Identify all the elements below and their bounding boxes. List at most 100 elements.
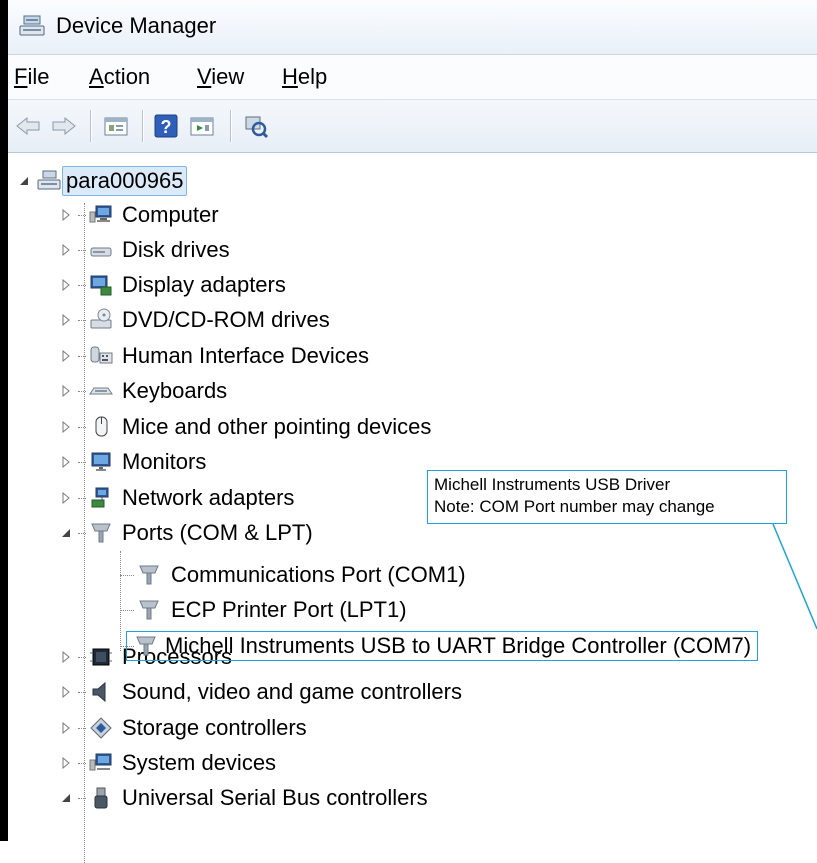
- dvd-drive-icon: [90, 308, 112, 329]
- toolbar-separator: [230, 110, 231, 142]
- highlighted-device: Michell Instruments USB to UART Bridge C…: [126, 631, 759, 661]
- port-com7-label: Michell Instruments USB to UART Bridge C…: [165, 633, 752, 658]
- collapsed-arrow-icon[interactable]: [60, 209, 72, 221]
- tree-category-display-adapter[interactable]: Display adapters: [60, 269, 289, 301]
- tree-category-storage[interactable]: Storage controllers: [60, 712, 310, 744]
- port-icon: [139, 565, 159, 585]
- tree-category-disk-drive[interactable]: Disk drives: [60, 234, 233, 266]
- tree-category-label: Keyboards: [122, 378, 228, 403]
- update-driver-icon[interactable]: [188, 112, 216, 140]
- port-com1[interactable]: Communications Port (COM1): [136, 559, 469, 591]
- tree-category-label: Mice and other pointing devices: [122, 414, 432, 439]
- expanded-arrow-icon[interactable]: [60, 792, 72, 804]
- tree-category-computer[interactable]: Computer: [60, 199, 222, 231]
- menu-bar: File Action View Help: [8, 55, 817, 100]
- title-bar[interactable]: Device Manager: [8, 0, 817, 55]
- tree-connector: [78, 797, 86, 799]
- tree-connector: [78, 762, 86, 764]
- collapsed-arrow-icon[interactable]: [60, 722, 72, 734]
- tree-category-label: Computer: [122, 202, 219, 227]
- tree-category-label: DVD/CD-ROM drives: [122, 307, 330, 332]
- menu-action[interactable]: Action: [89, 64, 150, 90]
- tree-category-usb[interactable]: Universal Serial Bus controllers: [60, 782, 431, 814]
- port-lpt1-label: ECP Printer Port (LPT1): [171, 597, 407, 622]
- svg-text:?: ?: [161, 117, 172, 137]
- scan-hardware-icon[interactable]: [242, 112, 270, 140]
- tree-connector: [78, 214, 86, 216]
- processor-icon: [90, 648, 112, 666]
- back-arrow-icon[interactable]: [14, 112, 42, 140]
- sound-icon: [92, 681, 106, 703]
- callout-line1: Michell Instruments USB Driver: [434, 475, 671, 494]
- mouse-icon: [95, 416, 108, 437]
- tree-connector: [78, 426, 86, 428]
- monitor-icon: [91, 452, 111, 471]
- annotation-callout: Michell Instruments USB Driver Note: COM…: [427, 470, 787, 524]
- collapsed-arrow-icon[interactable]: [60, 421, 72, 433]
- expanded-arrow-icon[interactable]: [60, 527, 72, 539]
- window-title: Device Manager: [56, 13, 217, 38]
- tree-connector: [120, 610, 134, 611]
- help-icon[interactable]: ?: [152, 112, 180, 140]
- port-com7-michell[interactable]: Michell Instruments USB to UART Bridge C…: [126, 630, 759, 662]
- collapsed-arrow-icon[interactable]: [60, 492, 72, 504]
- tree-category-mouse[interactable]: Mice and other pointing devices: [60, 411, 434, 443]
- properties-icon[interactable]: [102, 112, 130, 140]
- tree-category-monitor[interactable]: Monitors: [60, 446, 209, 478]
- tree-connector: [120, 575, 134, 576]
- window-left-border: [0, 0, 8, 841]
- tree-category-network-adapter[interactable]: Network adapters: [60, 482, 297, 514]
- collapsed-arrow-icon[interactable]: [60, 279, 72, 291]
- tree-root[interactable]: para000965: [18, 165, 188, 197]
- tree-connector: [78, 319, 86, 321]
- computer-root-icon: [37, 170, 61, 190]
- hid-icon: [90, 346, 113, 364]
- tree-category-sound[interactable]: Sound, video and game controllers: [60, 676, 465, 708]
- display-adapter-icon: [90, 275, 112, 296]
- menu-help[interactable]: Help: [282, 64, 327, 90]
- toolbar-separator: [142, 110, 143, 142]
- tree-category-port[interactable]: Ports (COM & LPT): [60, 517, 316, 549]
- tree-category-label: Ports (COM & LPT): [122, 520, 313, 545]
- menu-file[interactable]: File: [14, 64, 49, 90]
- tree-category-label: Monitors: [122, 449, 207, 474]
- device-manager-icon: [19, 15, 45, 36]
- network-adapter-icon: [91, 487, 109, 508]
- collapsed-arrow-icon[interactable]: [60, 686, 72, 698]
- tree-connector: [78, 390, 86, 392]
- collapsed-arrow-icon[interactable]: [60, 456, 72, 468]
- tree-category-dvd-drive[interactable]: DVD/CD-ROM drives: [60, 304, 333, 336]
- tree-connector: [78, 532, 86, 534]
- port-icon: [136, 636, 156, 656]
- tree-category-system-devices[interactable]: System devices: [60, 747, 279, 779]
- collapsed-arrow-icon[interactable]: [60, 757, 72, 769]
- usb-icon: [94, 787, 108, 809]
- tree-connector: [78, 656, 86, 658]
- tree-category-label: Universal Serial Bus controllers: [122, 785, 428, 810]
- disk-drive-icon: [90, 247, 112, 257]
- collapsed-arrow-icon[interactable]: [60, 350, 72, 362]
- keyboard-icon: [89, 387, 113, 395]
- expanded-arrow-icon[interactable]: [18, 175, 30, 187]
- tree-category-label: Storage controllers: [122, 715, 307, 740]
- tree-category-hid[interactable]: Human Interface Devices: [60, 340, 372, 372]
- device-tree: para000965 Computer Disk drives Display ad…: [8, 153, 817, 863]
- tree-category-label: Disk drives: [122, 237, 230, 262]
- port-icon: [91, 523, 111, 543]
- tree-category-keyboard[interactable]: Keyboards: [60, 375, 230, 407]
- collapsed-arrow-icon[interactable]: [60, 244, 72, 256]
- tree-connector: [78, 691, 86, 693]
- port-icon: [139, 600, 159, 620]
- toolbar: ?: [8, 100, 817, 153]
- collapsed-arrow-icon[interactable]: [60, 385, 72, 397]
- menu-view[interactable]: View: [197, 64, 244, 90]
- tree-category-label: Display adapters: [122, 272, 286, 297]
- storage-icon: [90, 717, 112, 739]
- collapsed-arrow-icon[interactable]: [60, 651, 72, 663]
- callout-line2: Note: COM Port number may change: [434, 497, 715, 516]
- forward-arrow-icon[interactable]: [50, 112, 78, 140]
- tree-connector: [78, 497, 86, 499]
- collapsed-arrow-icon[interactable]: [60, 314, 72, 326]
- tree-category-label: System devices: [122, 750, 277, 775]
- port-lpt1[interactable]: ECP Printer Port (LPT1): [136, 594, 410, 626]
